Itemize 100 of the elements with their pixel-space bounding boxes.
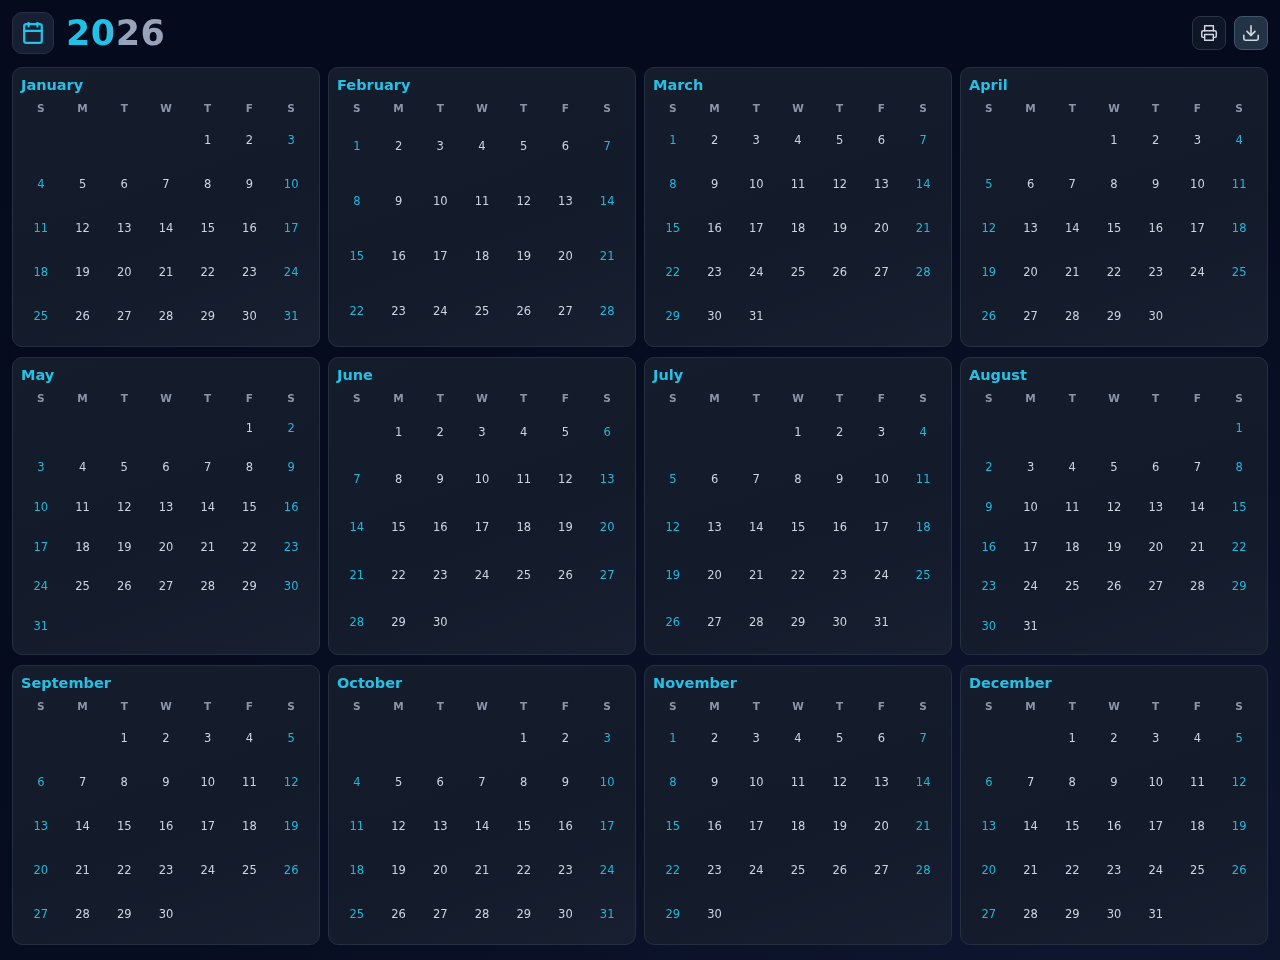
day-number: 20 xyxy=(158,539,174,554)
day-number: 12 xyxy=(832,775,847,789)
day-number: 13 xyxy=(432,819,448,833)
day-number: 8 xyxy=(353,193,361,208)
day-number: 20 xyxy=(1023,265,1038,279)
day-number: 10 xyxy=(283,177,299,191)
day-number: 27 xyxy=(874,863,889,877)
day-number: 9 xyxy=(1152,177,1160,191)
day-number: 24 xyxy=(474,567,490,582)
weekday-label: W xyxy=(792,101,804,115)
day-number: 11 xyxy=(1064,500,1080,515)
day-number: 5 xyxy=(1110,460,1118,475)
day-number: 4 xyxy=(794,133,802,147)
day-number: 16 xyxy=(158,819,174,833)
day-number: 3 xyxy=(752,133,760,147)
day-number: 5 xyxy=(120,460,128,475)
day-number: 3 xyxy=(37,460,45,475)
day-number: 27 xyxy=(599,567,615,582)
day-number: 18 xyxy=(790,221,806,235)
day-number: 17 xyxy=(474,520,490,534)
print-button[interactable] xyxy=(1192,16,1226,50)
month-title: September xyxy=(21,674,111,693)
day-number: 5 xyxy=(669,472,677,487)
day-number: 6 xyxy=(603,424,611,439)
day-number: 10 xyxy=(1023,500,1038,515)
weekday-label: S xyxy=(353,101,361,115)
download-button[interactable] xyxy=(1234,16,1268,50)
day-number: 7 xyxy=(603,138,611,153)
day-number: 13 xyxy=(874,177,889,191)
day-number: 6 xyxy=(120,177,128,191)
day-number: 9 xyxy=(245,177,254,191)
day-number: 12 xyxy=(1106,500,1122,515)
day-number: 26 xyxy=(391,907,406,921)
day-number: 5 xyxy=(287,731,295,745)
weekday-label: T xyxy=(752,391,760,405)
day-number: 1 xyxy=(353,138,361,153)
weekday-label: S xyxy=(1235,391,1243,405)
weekday-label: M xyxy=(709,101,720,115)
day-number: 13 xyxy=(874,775,889,789)
day-number: 4 xyxy=(919,424,927,439)
day-number: 6 xyxy=(561,138,570,153)
weekday-label: M xyxy=(709,391,720,405)
day-number: 9 xyxy=(162,775,170,789)
day-number: 20 xyxy=(874,819,889,833)
day-number: 20 xyxy=(33,863,49,877)
day-number: 16 xyxy=(707,819,722,833)
day-number: 16 xyxy=(558,819,573,833)
day-number: 15 xyxy=(1106,221,1122,235)
day-number: 9 xyxy=(436,472,444,487)
weekday-label: M xyxy=(1025,101,1036,115)
day-number: 6 xyxy=(37,775,45,789)
day-number: 26 xyxy=(116,579,132,594)
day-number: 23 xyxy=(242,265,257,279)
weekday-label: S xyxy=(37,699,45,713)
day-number: 8 xyxy=(394,472,403,487)
day-number: 7 xyxy=(1068,177,1076,191)
day-number: 15 xyxy=(516,819,531,833)
day-number: 3 xyxy=(287,133,295,147)
day-number: 18 xyxy=(75,539,90,554)
month-title: February xyxy=(337,76,411,95)
day-number: 28 xyxy=(915,863,931,877)
day-number: 2 xyxy=(710,133,719,147)
weekday-label: M xyxy=(77,391,88,405)
day-number: 12 xyxy=(1231,775,1247,789)
weekday-label: S xyxy=(985,699,993,713)
day-number: 28 xyxy=(1023,907,1038,921)
day-number: 19 xyxy=(516,248,531,263)
day-number: 24 xyxy=(599,863,615,877)
day-number: 28 xyxy=(474,907,490,921)
day-number: 25 xyxy=(915,567,931,582)
day-number: 8 xyxy=(120,775,128,789)
month-title: January xyxy=(21,76,84,95)
day-number: 31 xyxy=(748,309,764,323)
day-number: 17 xyxy=(33,539,49,554)
weekday-label: W xyxy=(792,699,804,713)
day-number: 23 xyxy=(158,863,174,877)
day-number: 20 xyxy=(1148,539,1163,554)
day-number: 29 xyxy=(665,309,681,323)
day-number: 11 xyxy=(242,775,257,789)
day-number: 26 xyxy=(981,309,997,323)
day-number: 11 xyxy=(349,819,365,833)
weekday-label: T xyxy=(436,101,444,115)
day-number: 2 xyxy=(245,133,254,147)
weekday-label: T xyxy=(204,391,212,405)
day-number: 27 xyxy=(707,615,722,630)
weekday-label: S xyxy=(287,101,295,115)
day-number: 1 xyxy=(520,731,528,745)
day-number: 15 xyxy=(665,819,681,833)
day-number: 16 xyxy=(391,248,406,263)
day-number: 20 xyxy=(874,221,889,235)
weekday-label: T xyxy=(120,391,128,405)
day-number: 19 xyxy=(116,539,132,554)
day-number: 30 xyxy=(707,907,722,921)
day-number: 12 xyxy=(832,177,847,191)
weekday-label: T xyxy=(204,699,212,713)
weekday-label: M xyxy=(393,101,404,115)
weekday-label: T xyxy=(1152,391,1160,405)
day-number: 21 xyxy=(474,863,490,877)
weekday-label: W xyxy=(476,101,488,115)
weekday-label: W xyxy=(792,391,804,405)
